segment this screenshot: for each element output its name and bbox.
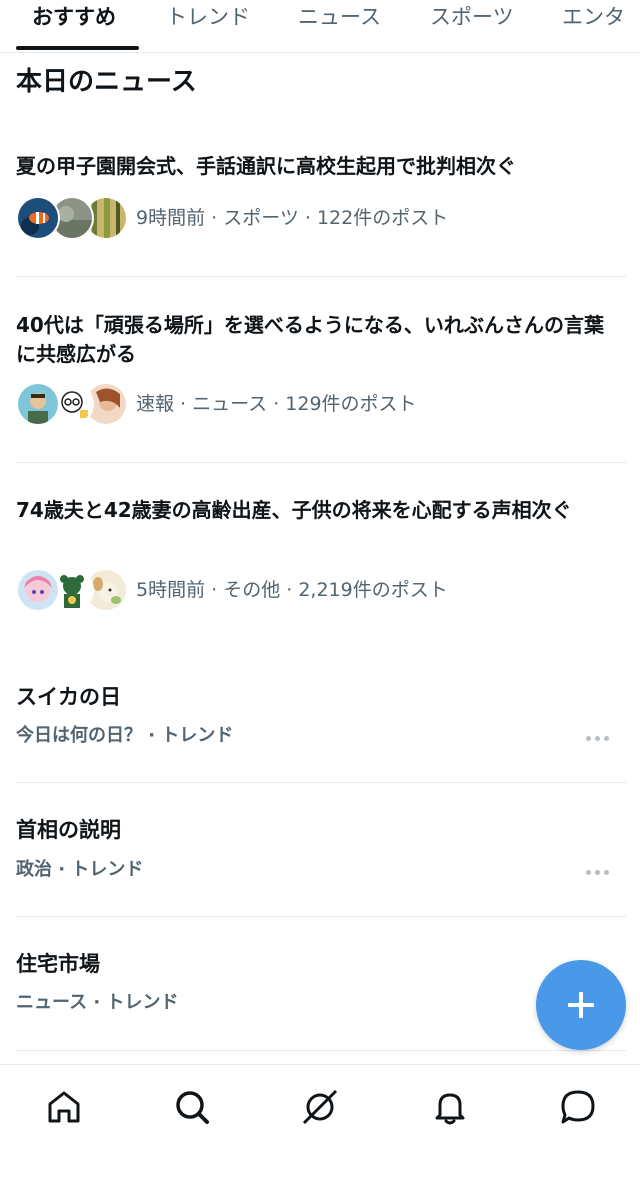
avatar-stack <box>16 568 128 614</box>
anime-girl-avatar <box>16 568 60 612</box>
section-title: 本日のニュース <box>16 67 197 97</box>
news-meta: 5時間前 · その他 · 2,219件のポスト <box>136 579 448 601</box>
search-icon <box>176 1091 209 1124</box>
news-headline: 夏の甲子園開会式、手話通訳に高校生起用で批判相次ぐ <box>16 154 516 178</box>
bell-icon <box>435 1093 465 1125</box>
trend-meta: 今日は何の日？ · トレンド <box>16 725 234 746</box>
divider <box>16 1050 626 1051</box>
more-options-icon[interactable] <box>586 734 612 744</box>
bottom-navigation <box>0 1064 640 1200</box>
tab-sports[interactable]: スポーツ <box>430 0 514 52</box>
trend-title: 首相の説明 <box>16 818 121 842</box>
avatar-stack <box>16 196 128 242</box>
clownfish-avatar <box>16 196 60 240</box>
nav-messages[interactable] <box>558 1087 598 1127</box>
trend-meta: 政治 · トレンド <box>16 859 144 880</box>
explore-tab-bar: おすすめ トレンド ニュース スポーツ エンタ <box>0 0 640 53</box>
tab-news[interactable]: ニュース <box>298 0 381 52</box>
news-headline: 40代は「頑張る場所」を選べるようになる、いれぶんさんの言葉に共感広がる <box>16 313 605 366</box>
trend-title: スイカの日 <box>16 685 121 709</box>
trend-title: 住宅市場 <box>16 952 100 976</box>
divider <box>16 276 626 277</box>
nav-search[interactable] <box>172 1087 212 1127</box>
more-options-icon[interactable] <box>586 868 612 878</box>
divider <box>16 916 626 917</box>
avatar-stack <box>16 382 128 428</box>
divider <box>16 462 626 463</box>
nav-home[interactable] <box>44 1087 84 1127</box>
news-meta: 9時間前 · スポーツ · 122件のポスト <box>136 207 449 229</box>
trend-meta: ニュース · トレンド <box>16 992 179 1013</box>
home-icon <box>48 1091 80 1123</box>
message-icon <box>561 1090 595 1124</box>
nav-notifications[interactable] <box>430 1087 470 1127</box>
tab-entertainment[interactable]: エンタ <box>562 0 625 52</box>
tab-recommended[interactable]: おすすめ <box>32 0 116 52</box>
grok-icon <box>302 1089 338 1125</box>
divider <box>16 782 626 783</box>
plus-icon <box>568 992 594 1018</box>
illustrated-man-avatar <box>16 382 60 426</box>
active-tab-indicator <box>16 46 139 50</box>
explore-page: おすすめ トレンド ニュース スポーツ エンタ 本日のニュース 夏の甲子園開会式… <box>0 0 640 1200</box>
tab-trending[interactable]: トレンド <box>166 0 250 52</box>
news-meta: 速報 · ニュース · 129件のポスト <box>136 393 417 415</box>
nav-grok[interactable] <box>300 1087 340 1127</box>
compose-button[interactable] <box>536 960 626 1050</box>
news-headline: 74歳夫と42歳妻の高齢出産、子供の将来を心配する声相次ぐ <box>16 498 572 522</box>
